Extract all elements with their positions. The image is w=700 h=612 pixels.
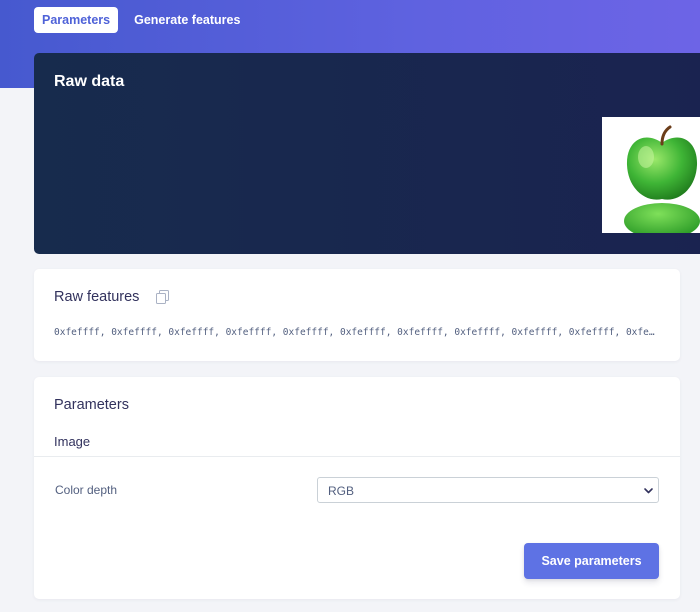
sample-image — [602, 117, 700, 239]
raw-features-card: Raw features 0xfeffff, 0xfeffff, 0xfefff… — [34, 269, 680, 361]
raw-features-title: Raw features — [54, 289, 140, 305]
tab-generate-features[interactable]: Generate features — [126, 7, 248, 33]
raw-features-values: 0xfeffff, 0xfeffff, 0xfeffff, 0xfeffff, … — [54, 327, 660, 338]
color-depth-select[interactable]: RGB — [317, 477, 659, 503]
green-apple-image — [624, 125, 700, 239]
section-divider — [34, 456, 680, 457]
tab-bar: Parameters Generate features — [34, 7, 248, 33]
copy-icon[interactable] — [156, 290, 169, 304]
save-parameters-button[interactable]: Save parameters — [524, 543, 659, 579]
raw-data-title: Raw data — [54, 73, 125, 90]
raw-data-card: Raw data — [34, 53, 700, 254]
parameters-title: Parameters — [54, 397, 129, 413]
image-section-label: Image — [54, 434, 91, 449]
tab-parameters[interactable]: Parameters — [34, 7, 119, 33]
color-depth-value: RGB — [328, 484, 355, 498]
color-depth-label: Color depth — [55, 483, 118, 497]
chevron-down-icon — [644, 488, 653, 494]
parameters-card: Parameters Image Color depth RGB Save pa… — [34, 377, 680, 599]
